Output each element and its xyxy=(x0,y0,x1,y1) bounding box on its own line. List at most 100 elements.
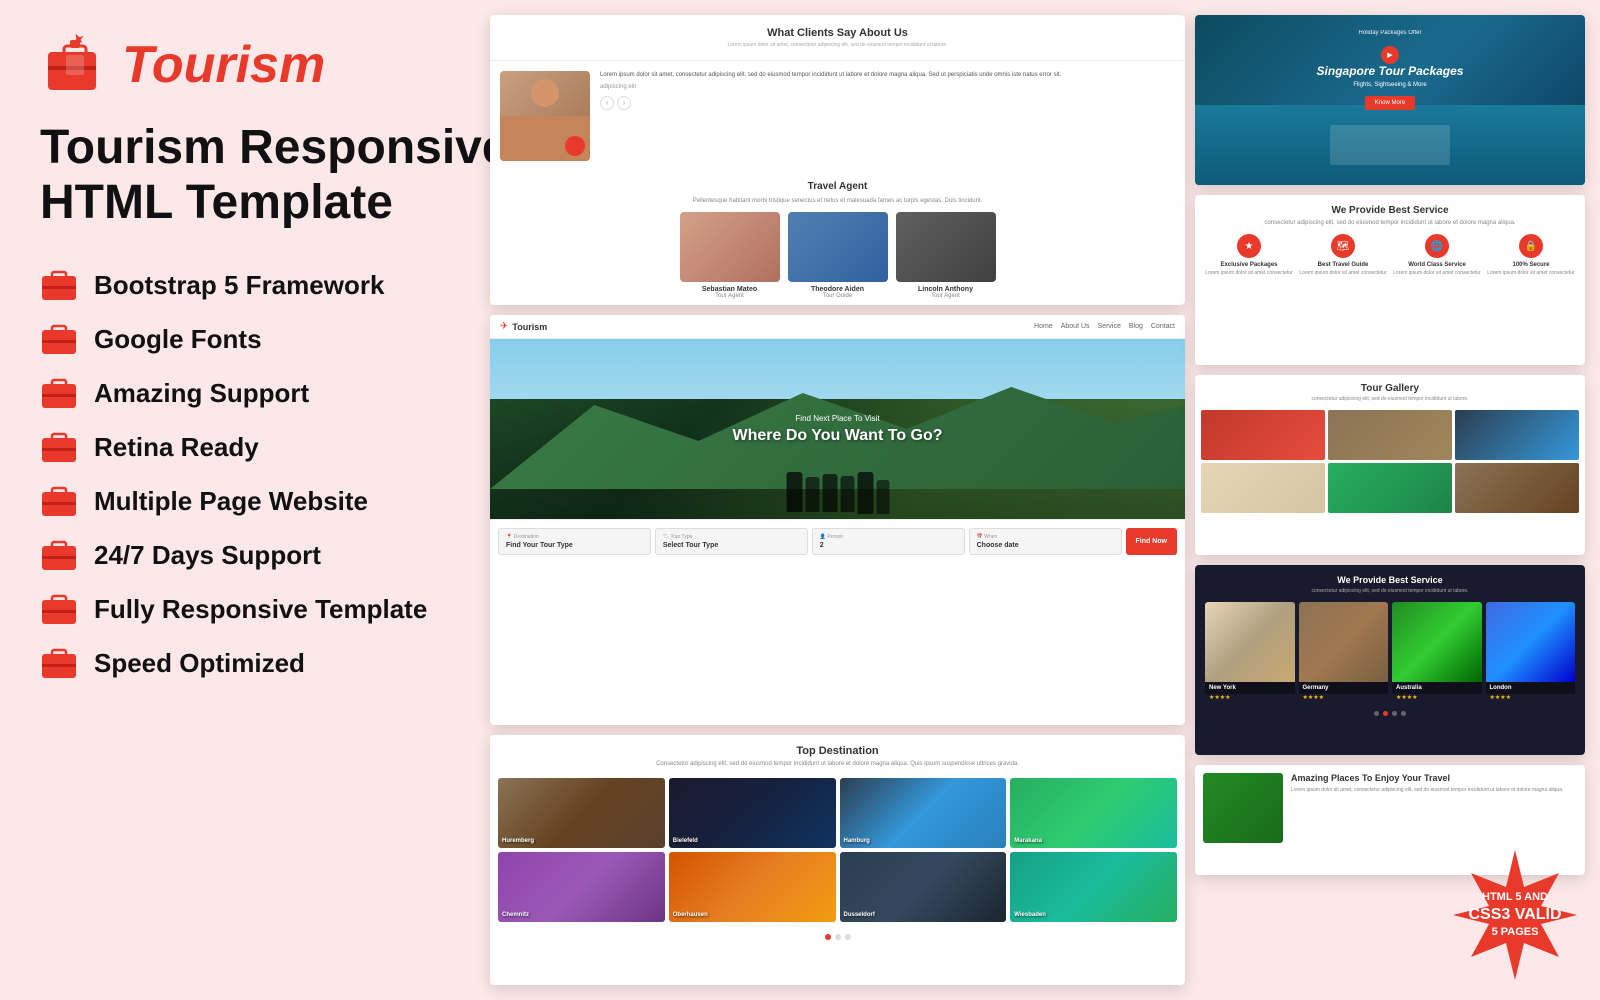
suitcase-icon-support xyxy=(40,374,78,412)
hero-people xyxy=(786,472,889,514)
agent-photo-3 xyxy=(896,212,996,282)
hero-nav-links: Home About Us Service Blog Contact xyxy=(1034,323,1175,330)
service-item-3: 🌐 World Class Service Lorem ipsum dolor … xyxy=(1393,234,1481,277)
places-content: Amazing Places To Enjoy Your Travel Lore… xyxy=(1195,765,1585,851)
search-tour-type: 🏷 Tour Type Select Tour Type xyxy=(655,528,808,555)
services-grid: ★ Exclusive Packages Lorem ipsum dolor s… xyxy=(1205,234,1575,277)
hero-background: Find Next Place To Visit Where Do You Wa… xyxy=(490,339,1185,519)
gallery-item-5 xyxy=(1328,463,1452,513)
suitcase-icon-responsive xyxy=(40,590,78,628)
search-when: 📅 When Choose date xyxy=(969,528,1122,555)
feature-label: Amazing Support xyxy=(94,378,309,409)
service-desc-4: Lorem ipsum dolor sit amet consectetur xyxy=(1487,270,1575,277)
feature-label: Multiple Page Website xyxy=(94,486,368,517)
feature-google-fonts: Google Fonts xyxy=(40,314,540,364)
dark-place-img-1 xyxy=(1205,602,1295,682)
dest-label-3: Hamburg xyxy=(844,838,870,844)
nav-about: About Us xyxy=(1061,323,1090,330)
places-title: Amazing Places To Enjoy Your Travel xyxy=(1291,773,1563,783)
dot-1 xyxy=(825,934,831,940)
dark-place-name-2: Germany xyxy=(1299,682,1389,694)
dark-place-img-3 xyxy=(1392,602,1482,682)
search-button[interactable]: Find Now xyxy=(1126,528,1178,555)
feature-bootstrap: Bootstrap 5 Framework xyxy=(40,260,540,310)
main-title: Tourism Responsive HTML Template xyxy=(40,120,540,230)
dark-place-img-2 xyxy=(1299,602,1389,682)
feature-amazing-support: Amazing Support xyxy=(40,368,540,418)
tourism-logo-icon xyxy=(40,30,110,100)
agent-name-1: Sebastian Mateo xyxy=(680,286,780,293)
cdot-2 xyxy=(1383,711,1388,716)
gallery-title: Tour Gallery xyxy=(1203,383,1577,394)
dark-place-name-3: Australia xyxy=(1392,682,1482,694)
agents-row: Sebastian Mateo Tour Agent Theodore Aide… xyxy=(500,212,1175,299)
gallery-subtitle: consectetur adipiscing elit, sed do eius… xyxy=(1203,396,1577,402)
dest-item-4: Marakana xyxy=(1010,778,1177,848)
dot-3 xyxy=(845,934,851,940)
testimonial-card: What Clients Say About Us Lorem ipsum do… xyxy=(490,15,1185,305)
agent-role-1: Tour Agent xyxy=(680,293,780,299)
dest-label-5: Chemnitz xyxy=(502,912,529,918)
dest-label-2: Bielefeld xyxy=(673,838,698,844)
agent-photo-1 xyxy=(680,212,780,282)
holiday-background: Holiday Packages Offer ▶ Singapore Tour … xyxy=(1195,15,1585,185)
gallery-item-1 xyxy=(1201,410,1325,460)
hero-subtitle: Find Next Place To Visit xyxy=(732,414,942,423)
nav-service: Service xyxy=(1098,323,1121,330)
holiday-btn[interactable]: Know More xyxy=(1365,96,1415,110)
dark-stars-1: ★★★★ xyxy=(1205,694,1295,705)
dest-item-8: Wiesbaden xyxy=(1010,852,1177,922)
nav-contact: Contact xyxy=(1151,323,1175,330)
destination-card: Top Destination Consectetur adipiscing e… xyxy=(490,735,1185,985)
carousel-dots xyxy=(490,930,1185,944)
dest-item-3: Hamburg xyxy=(840,778,1007,848)
destination-header: Top Destination Consectetur adipiscing e… xyxy=(490,735,1185,778)
cdot-4 xyxy=(1401,711,1406,716)
suitcase-icon-247 xyxy=(40,536,78,574)
holiday-play-btn[interactable]: ▶ xyxy=(1381,46,1399,64)
search-destination: 📍 Destination Find Your Tour Type xyxy=(498,528,651,555)
services-title: We Provide Best Service xyxy=(1205,205,1575,216)
dark-place-2: Germany ★★★★ xyxy=(1299,602,1389,705)
feature-label: Google Fonts xyxy=(94,324,262,355)
center-column: What Clients Say About Us Lorem ipsum do… xyxy=(490,15,1185,985)
dark-services-content: We Provide Best Service consectetur adip… xyxy=(1195,565,1585,755)
service-name-2: Best Travel Guide xyxy=(1299,262,1387,268)
feature-label: Bootstrap 5 Framework xyxy=(94,270,384,301)
services-subtitle: consectetur adipiscing elit, sed do eius… xyxy=(1205,220,1575,226)
gallery-item-3 xyxy=(1455,410,1579,460)
service-item-2: 🗺 Best Travel Guide Lorem ipsum dolor si… xyxy=(1299,234,1387,277)
agent-subtitle: Pellentesque habitant morbi tristique se… xyxy=(500,198,1175,204)
badge-line3: 5 PAGES xyxy=(1468,925,1561,939)
secure-icon: 🔒 xyxy=(1519,234,1543,258)
dark-places-grid: New York ★★★★ Germany ★★★★ Australia ★★★… xyxy=(1205,602,1575,705)
badge-line2: CSS3 VALID xyxy=(1468,905,1561,926)
service-desc-3: Lorem ipsum dolor sit amet consectetur xyxy=(1393,270,1481,277)
services-content: We Provide Best Service consectetur adip… xyxy=(1195,195,1585,287)
hero-navbar: ✈ Tourism Home About Us Service Blog Con… xyxy=(490,315,1185,339)
dark-stars-4: ★★★★ xyxy=(1486,694,1576,705)
hero-main-title: Where Do You Want To Go? xyxy=(732,427,942,445)
places-image xyxy=(1203,773,1283,843)
hero-card: ✈ Tourism Home About Us Service Blog Con… xyxy=(490,315,1185,725)
dark-place-name-1: New York xyxy=(1205,682,1295,694)
screenshots-area: What Clients Say About Us Lorem ipsum do… xyxy=(490,0,1600,1000)
destination-title: Top Destination xyxy=(500,745,1175,757)
destination-subtitle: Consectetur adipiscing elit, sed do eius… xyxy=(500,760,1175,768)
dest-item-6: Oberhausen xyxy=(669,852,836,922)
nav-home: Home xyxy=(1034,323,1053,330)
testimonial-header: What Clients Say About Us Lorem ipsum do… xyxy=(490,15,1185,61)
gallery-item-4 xyxy=(1201,463,1325,513)
suitcase-icon-bootstrap xyxy=(40,266,78,304)
feature-responsive: Fully Responsive Template xyxy=(40,584,540,634)
dark-services-card: We Provide Best Service consectetur adip… xyxy=(1195,565,1585,755)
holiday-tag: Holiday Packages Offer xyxy=(1210,30,1570,36)
suitcase-icon-speed xyxy=(40,644,78,682)
exclusive-packages-icon: ★ xyxy=(1237,234,1261,258)
service-name-4: 100% Secure xyxy=(1487,262,1575,268)
dest-item-2: Bielefeld xyxy=(669,778,836,848)
feature-retina-ready: Retina Ready xyxy=(40,422,540,472)
hero-logo: ✈ Tourism xyxy=(500,321,547,332)
services-card-white: We Provide Best Service consectetur adip… xyxy=(1195,195,1585,365)
travel-guide-icon: 🗺 xyxy=(1331,234,1355,258)
